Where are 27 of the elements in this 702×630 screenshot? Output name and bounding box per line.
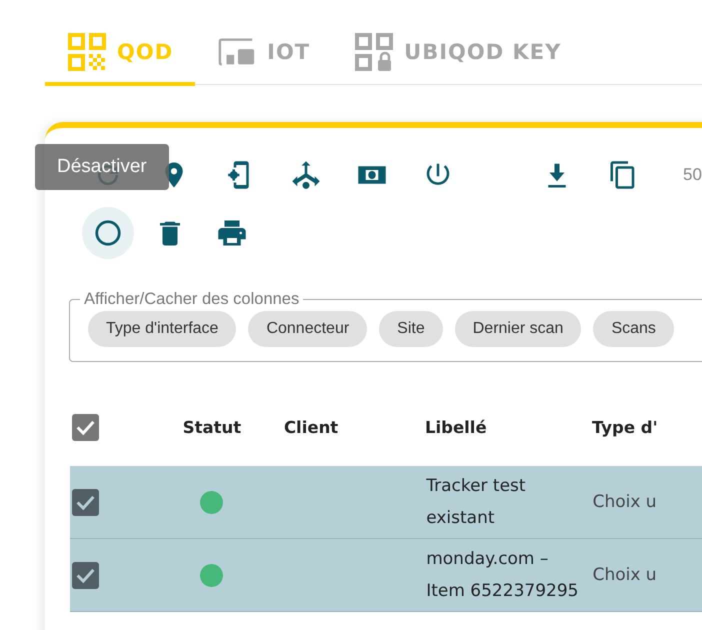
row-checkbox[interactable] xyxy=(72,562,99,588)
circle-icon xyxy=(93,218,123,248)
circle-button[interactable] xyxy=(82,207,134,259)
page-size-value[interactable]: 50 xyxy=(683,165,702,185)
table-cell: Choix u xyxy=(592,492,657,512)
table-row[interactable]: monday.com – Item 6522379295 Choix u xyxy=(70,539,702,612)
column-chip[interactable]: Scans xyxy=(593,311,674,347)
column-chip[interactable]: Site xyxy=(379,311,443,347)
column-header[interactable]: Client xyxy=(284,418,425,436)
qr-code-icon xyxy=(68,33,106,71)
qr-lock-icon xyxy=(355,33,394,71)
column-chip[interactable]: Connecteur xyxy=(248,311,368,347)
table-row[interactable]: Tracker test existant Choix u xyxy=(70,466,702,539)
column-chip[interactable]: Type d'interface xyxy=(88,311,236,347)
column-header[interactable]: Statut xyxy=(182,418,284,436)
panel-legend: Afficher/Cacher des colonnes xyxy=(80,290,304,309)
table-cell-text: Tracker test existant xyxy=(426,475,527,530)
column-header[interactable]: Libellé xyxy=(424,418,592,436)
table-cell: Choix u xyxy=(592,565,657,585)
column-header[interactable]: Type d' xyxy=(592,418,702,436)
split-arrows-icon xyxy=(291,160,321,190)
row-checkbox[interactable] xyxy=(72,488,99,516)
table-cell-text: monday.com – Item 6522379295 xyxy=(426,548,580,603)
column-chip[interactable]: Dernier scan xyxy=(454,311,582,347)
tooltip: Désactiver xyxy=(35,144,169,190)
printer-icon xyxy=(217,218,247,248)
select-all-checkbox[interactable] xyxy=(72,414,99,440)
